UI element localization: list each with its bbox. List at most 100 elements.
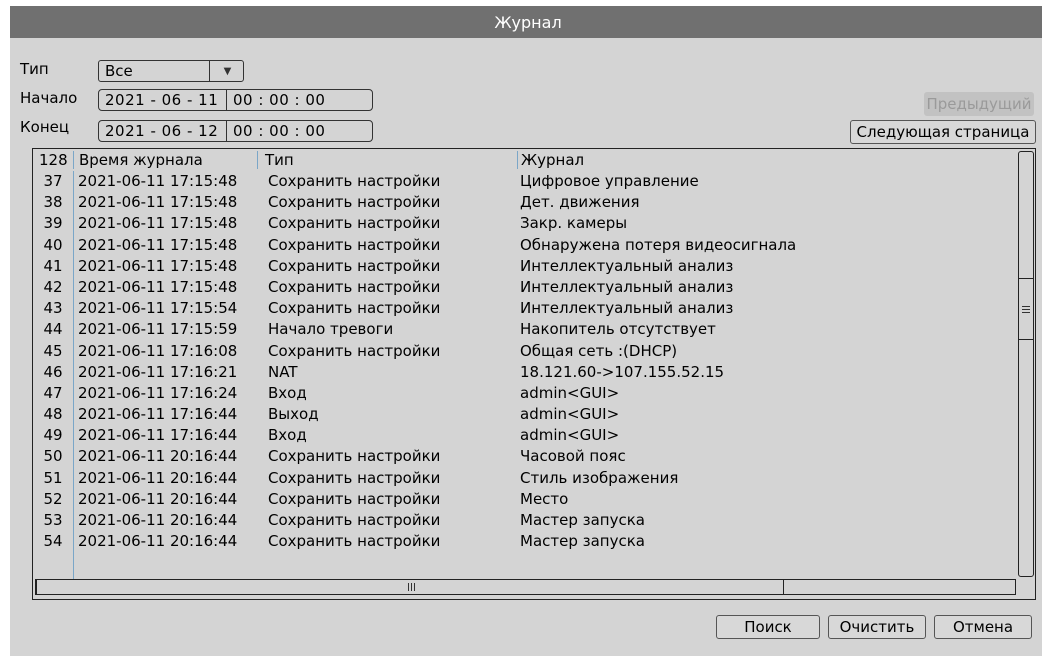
cell-time: 2021-06-11 17:15:48 [78,193,238,212]
table-row[interactable]: 52 2021-06-11 20:16:44 Сохранить настройки… [33,489,1017,510]
clear-button[interactable]: Очистить [828,615,926,639]
cell-time: 2021-06-11 20:16:44 [78,511,238,529]
table-row[interactable]: 37 2021-06-11 17:15:48 Сохранить настройки… [33,171,1017,192]
end-datetime-field[interactable]: 2021 - 06 - 12 00 : 00 : 00 [98,120,373,142]
cell-num: 51 [43,468,63,487]
vertical-scroll-thumb[interactable] [1018,278,1034,340]
prev-page-button[interactable]: Предыдущий [924,92,1034,116]
cell-log: Стиль изображения [520,468,679,487]
cell-type: Начало тревоги [268,320,394,339]
type-label: Тип [20,60,49,78]
cell-log: Часовой пояс [520,447,626,466]
cell-log: Мастер запуска [520,532,645,551]
cell-type: Сохранить настройки [268,172,441,190]
cell-num: 46 [43,362,63,381]
table-row[interactable]: 42 2021-06-11 17:15:48 Сохранить настройки… [33,277,1017,298]
start-time-input[interactable]: 00 : 00 : 00 [227,91,325,109]
cell-log: Мастер запуска [520,511,645,529]
table-row[interactable]: 44 2021-06-11 17:15:59 Начало тревоги Накоп… [33,319,1017,340]
cell-num: 52 [43,489,63,508]
horizontal-scroll-thumb[interactable] [36,579,784,595]
start-date-input[interactable]: 2021 - 06 - 11 [99,90,227,110]
cell-num: 41 [43,256,63,275]
cell-num: 45 [43,341,63,360]
cell-num: 38 [43,193,63,212]
table-row[interactable]: 43 2021-06-11 17:15:54 Сохранить настройки… [33,298,1017,319]
cell-num: 42 [43,277,63,296]
header-time[interactable]: Время журнала [79,151,203,169]
table-row[interactable]: 53 2021-06-11 20:16:44 Сохранить настройки… [33,510,1017,531]
cell-time: 2021-06-11 20:16:44 [78,532,238,551]
cell-time: 2021-06-11 17:16:24 [78,383,238,402]
cell-num: 48 [43,405,63,424]
cell-num: 37 [43,172,63,190]
end-date-input[interactable]: 2021 - 06 - 12 [99,121,227,141]
search-button[interactable]: Поиск [716,615,820,639]
table-row[interactable]: 45 2021-06-11 17:16:08 Сохранить настройки… [33,341,1017,362]
cell-type: Выход [268,405,319,424]
cell-time: 2021-06-11 20:16:44 [78,489,238,508]
cell-log: Дет. движения [520,193,640,212]
cancel-button[interactable]: Отмена [934,615,1032,639]
cell-type: Сохранить настройки [268,214,441,233]
end-time-input[interactable]: 00 : 00 : 00 [227,122,325,140]
table-row[interactable]: 54 2021-06-11 20:16:44 Сохранить настройки… [33,531,1017,552]
cell-type: Сохранить настройки [268,447,441,466]
cell-type: Сохранить настройки [268,341,441,360]
vertical-scrollbar[interactable] [1018,151,1034,577]
table-row[interactable]: 47 2021-06-11 17:16:24 Вход admin<GUI> [33,383,1017,404]
cell-log: admin<GUI> [520,426,620,445]
cell-num: 47 [43,383,63,402]
cell-type: NAT [268,362,298,381]
cell-type: Вход [268,426,307,445]
end-label: Конец [20,118,70,136]
cell-num: 53 [43,511,63,529]
table-row[interactable]: 49 2021-06-11 17:16:44 Вход admin<GUI> [33,425,1017,446]
header-log[interactable]: Журнал [521,151,584,169]
cell-type: Сохранить настройки [268,532,441,551]
chevron-down-icon[interactable]: ▼ [209,61,245,81]
table-row[interactable]: 40 2021-06-11 17:15:48 Сохранить настройки… [33,235,1017,256]
cell-log: Место [520,489,569,508]
cell-time: 2021-06-11 17:16:44 [78,405,238,424]
table-row[interactable]: 48 2021-06-11 17:16:44 Выход admin<GUI> [33,404,1017,425]
cell-num: 54 [43,532,63,551]
next-page-button[interactable]: Следующая страница [850,120,1036,144]
cell-time: 2021-06-11 20:16:44 [78,468,238,487]
header-type[interactable]: Тип [265,151,294,169]
cell-type: Сохранить настройки [268,193,441,212]
table-row[interactable]: 41 2021-06-11 17:15:48 Сохранить настройки… [33,256,1017,277]
cell-log: admin<GUI> [520,405,620,424]
cell-time: 2021-06-11 17:15:54 [78,299,238,318]
cell-log: Цифровое управление [520,172,699,190]
cell-type: Вход [268,383,307,402]
window-title: Журнал [10,6,1042,38]
cell-time: 2021-06-11 17:15:48 [78,172,238,190]
log-window: Журнал Тип Все ▼ Начало 2021 - 06 - 11 0… [10,6,1042,656]
cell-type: Сохранить настройки [268,489,441,508]
cell-log: Закр. камеры [520,214,628,233]
cell-num: 49 [43,426,63,445]
cell-time: 2021-06-11 17:15:48 [78,214,238,233]
horizontal-scrollbar[interactable] [35,579,1016,595]
cell-num: 43 [43,299,63,318]
table-row[interactable]: 51 2021-06-11 20:16:44 Сохранить настройки… [33,468,1017,489]
table-header: 128 Время журнала Тип Журнал [33,149,1017,171]
cell-time: 2021-06-11 17:15:48 [78,235,238,254]
type-select[interactable]: Все ▼ [98,60,244,82]
table-row[interactable]: 38 2021-06-11 17:15:48 Сохранить настройки… [33,192,1017,213]
table-row[interactable]: 46 2021-06-11 17:16:21 NAT 18.121.60->107.1… [33,362,1017,383]
cell-log: Накопитель отсутствует [520,320,716,339]
start-datetime-field[interactable]: 2021 - 06 - 11 00 : 00 : 00 [98,89,373,111]
table-row[interactable]: 50 2021-06-11 20:16:44 Сохранить настройки… [33,446,1017,467]
table-row[interactable]: 39 2021-06-11 17:15:48 Сохранить настройки… [33,213,1017,234]
cell-log: admin<GUI> [520,383,620,402]
table-body: 37 2021-06-11 17:15:48 Сохранить настройки… [33,171,1017,552]
cell-type: Сохранить настройки [268,277,441,296]
type-select-value: Все [105,62,133,80]
cell-log: 18.121.60->107.155.52.15 [520,362,725,381]
cell-time: 2021-06-11 17:16:21 [78,362,238,381]
cell-time: 2021-06-11 17:15:48 [78,277,238,296]
cell-type: Сохранить настройки [268,299,441,318]
cell-num: 39 [43,214,63,233]
